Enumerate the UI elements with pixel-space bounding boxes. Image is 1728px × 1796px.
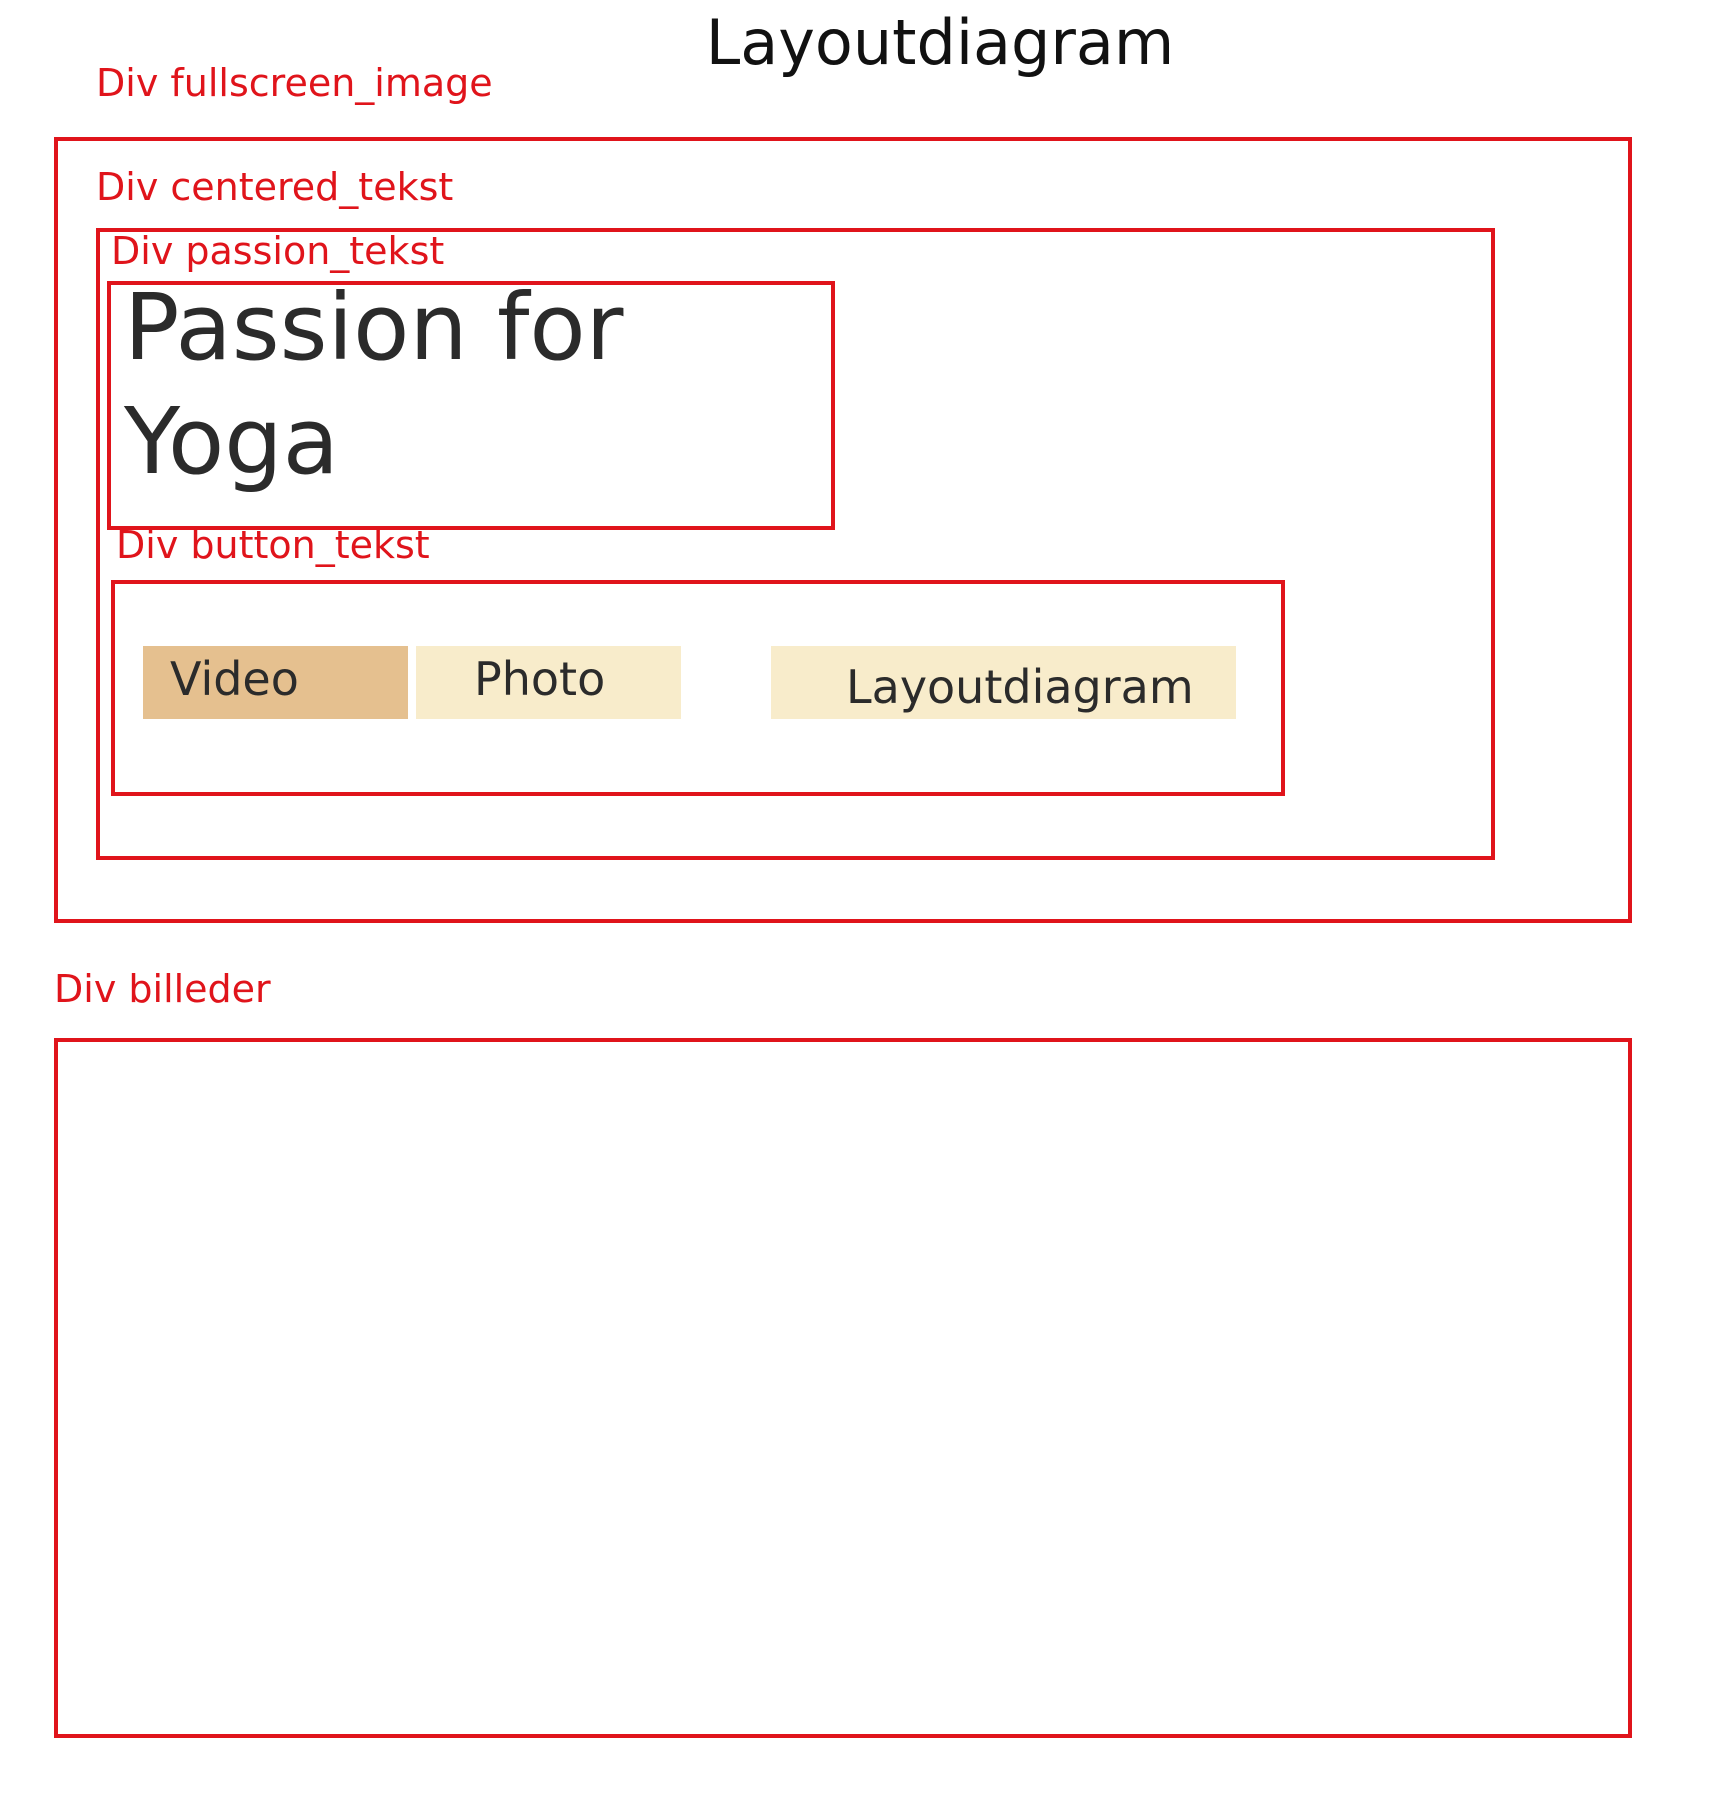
heading-line-2: Yoga xyxy=(124,388,340,495)
layoutdiagram-button[interactable]: Layoutdiagram xyxy=(771,646,1236,719)
photo-button[interactable]: Photo xyxy=(416,646,681,719)
label-fullscreen-image: Div fullscreen_image xyxy=(96,61,493,105)
label-billeder: Div billeder xyxy=(54,967,271,1011)
video-button[interactable]: Video xyxy=(143,646,408,719)
box-billeder xyxy=(54,1038,1632,1738)
label-button-tekst: Div button_tekst xyxy=(116,523,430,567)
heading-line-1: Passion for xyxy=(124,274,624,381)
label-passion-tekst: Div passion_tekst xyxy=(111,229,445,273)
label-centered-tekst: Div centered_tekst xyxy=(96,165,454,209)
